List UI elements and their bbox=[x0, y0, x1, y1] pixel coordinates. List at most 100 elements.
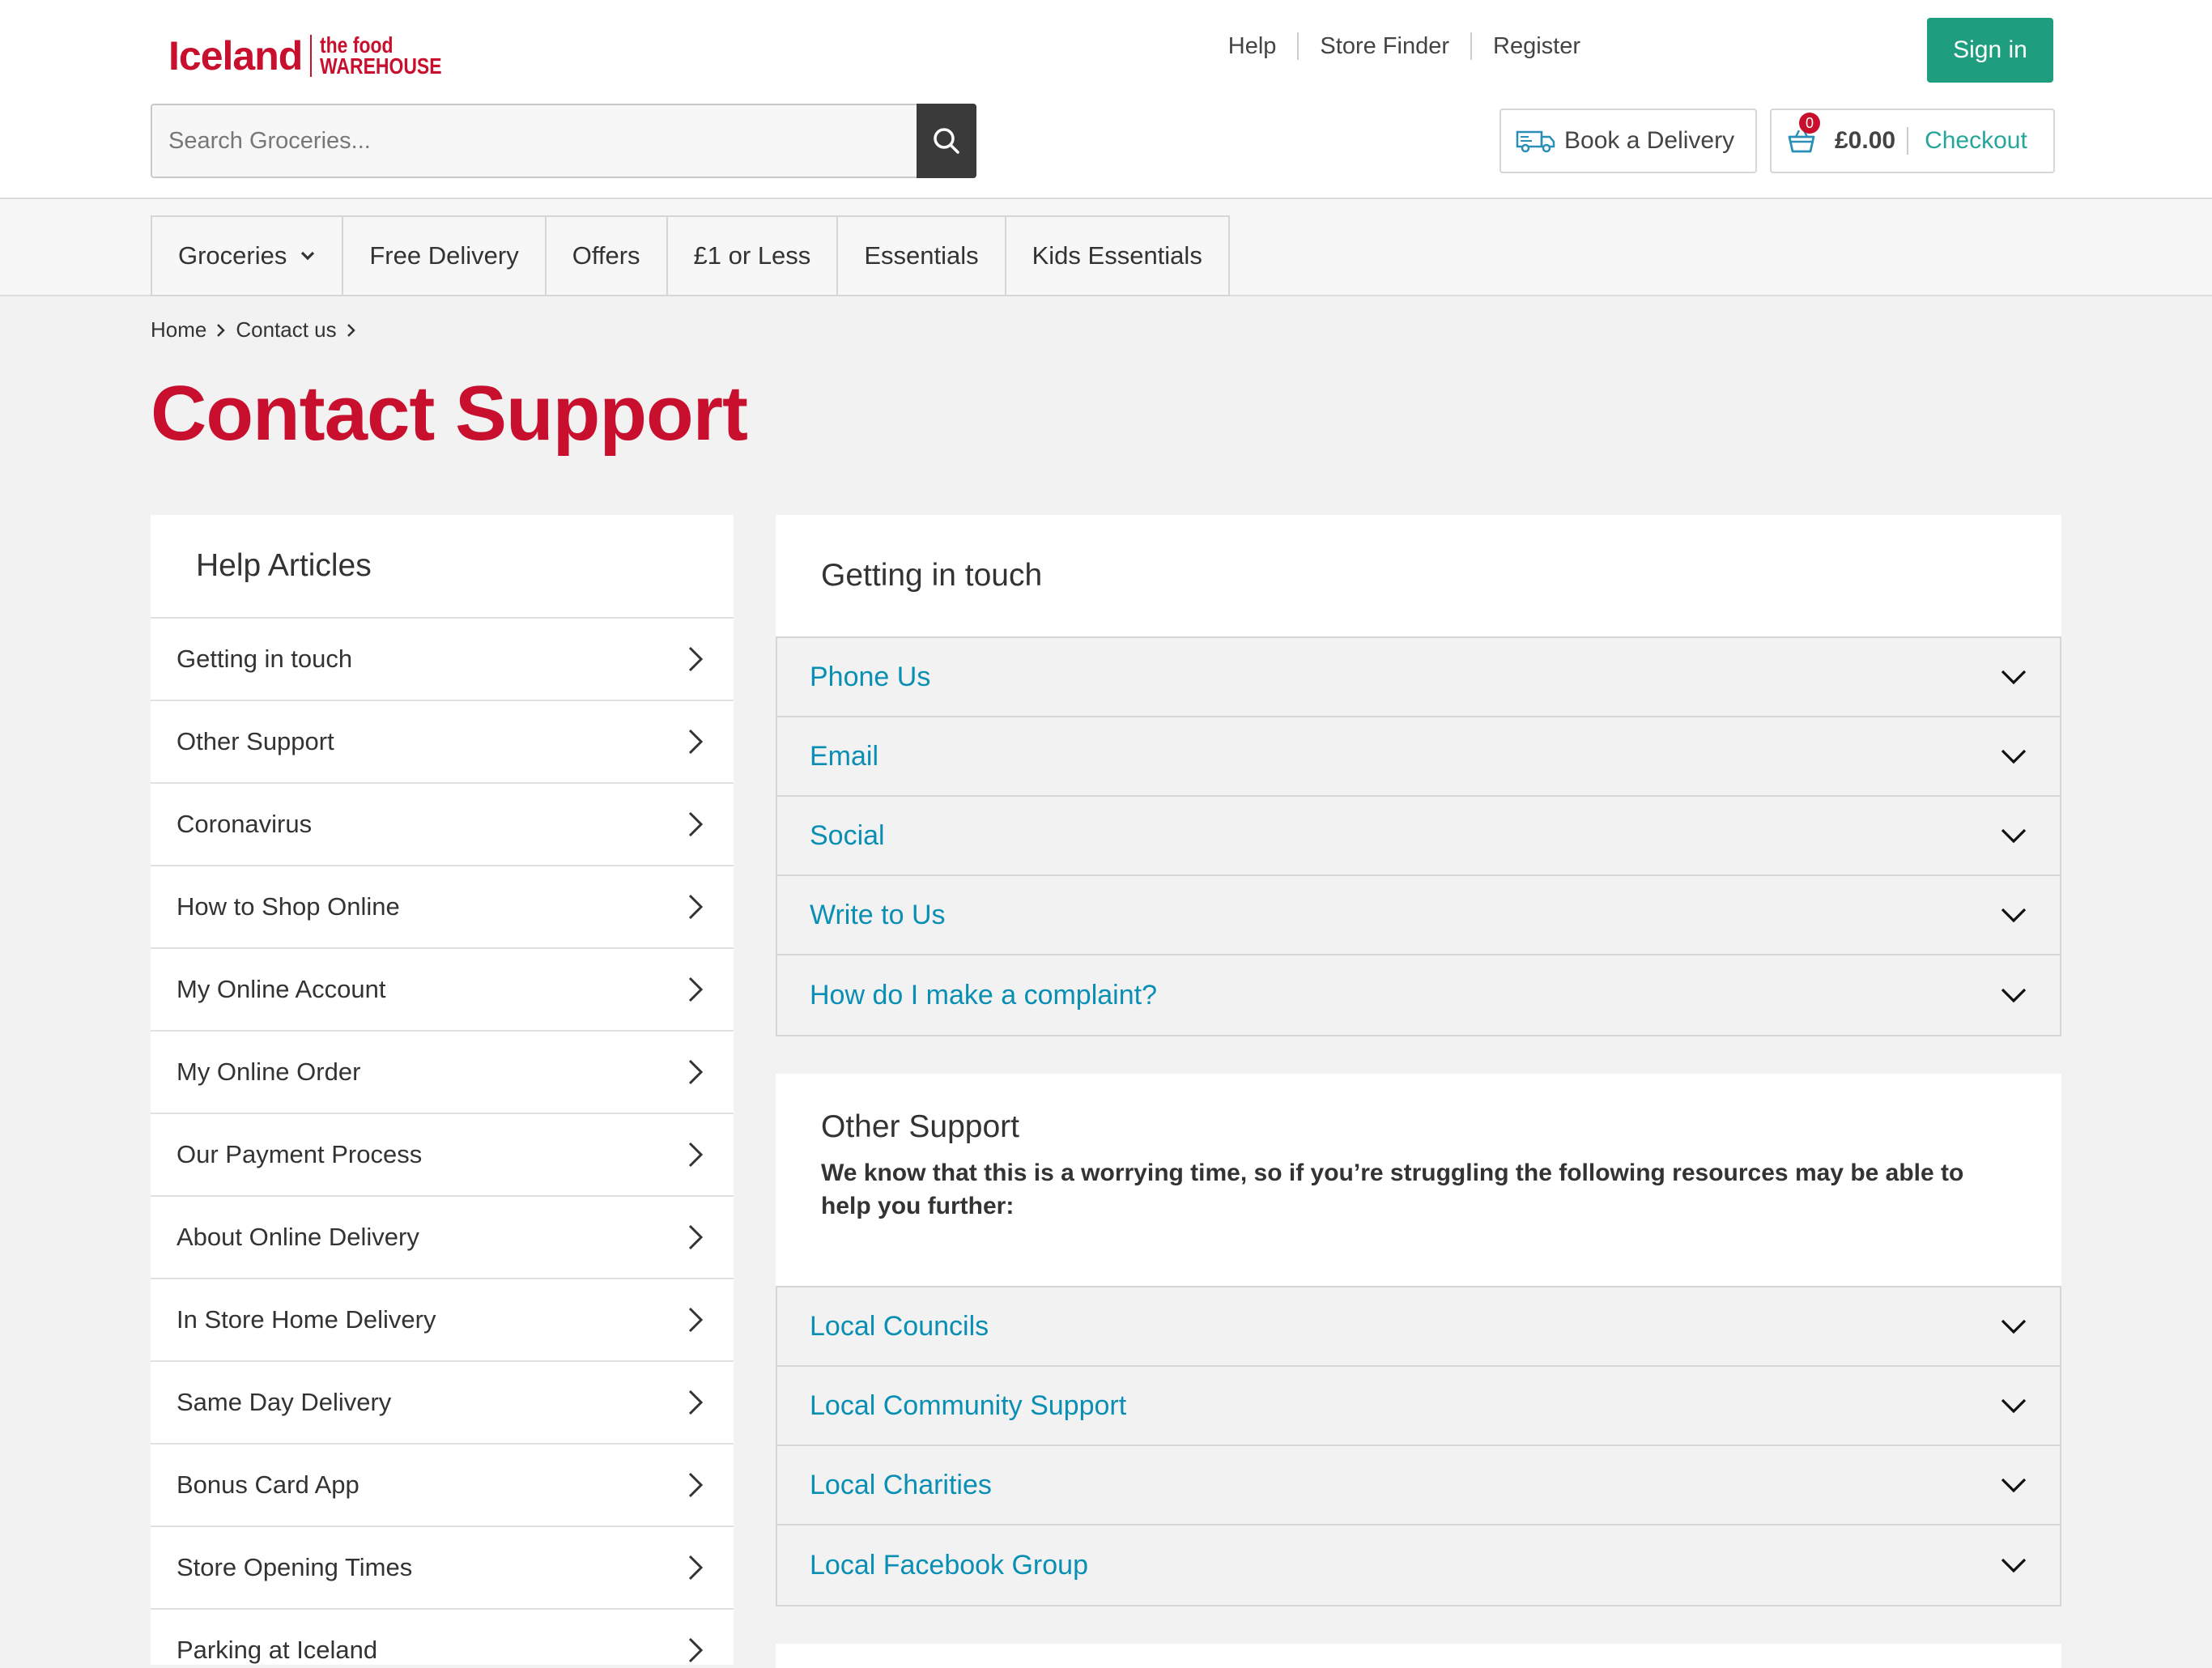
accordion-item-local-facebook-group[interactable]: Local Facebook Group bbox=[777, 1525, 2060, 1605]
chevron-down-icon bbox=[2001, 1398, 2027, 1414]
sidebar-item-label: Other Support bbox=[177, 727, 334, 755]
nav-items: Groceries Free Delivery Offers £1 or Les… bbox=[151, 215, 1230, 296]
getting-in-touch-accordion: Phone Us Email Social Write to Us How do I m… bbox=[776, 636, 2061, 1036]
chevron-down-icon bbox=[301, 251, 315, 261]
accordion-item-label: Local Facebook Group bbox=[810, 1549, 1088, 1581]
accordion-item-write-to-us[interactable]: Write to Us bbox=[777, 876, 2060, 955]
chevron-right-icon bbox=[688, 1472, 704, 1498]
sign-in-button[interactable]: Sign in bbox=[1927, 18, 2053, 83]
basket-icon-wrap: 0 bbox=[1786, 113, 1820, 156]
logo-divider bbox=[310, 35, 313, 77]
chevron-right-icon bbox=[688, 1307, 704, 1333]
site-logo[interactable]: Iceland the food WAREHOUSE bbox=[168, 32, 469, 79]
help-link[interactable]: Help bbox=[1207, 32, 1300, 60]
book-delivery-button[interactable]: Book a Delivery bbox=[1499, 109, 1757, 173]
site-header: Iceland the food WAREHOUSE Help Store Fi… bbox=[0, 0, 2212, 199]
help-articles-sidebar: Help Articles Getting in touch Other Supp… bbox=[151, 515, 734, 1665]
accordion-item-social[interactable]: Social bbox=[777, 797, 2060, 876]
sidebar-item-same-day-delivery[interactable]: Same Day Delivery bbox=[151, 1362, 734, 1445]
sidebar-item-about-online-delivery[interactable]: About Online Delivery bbox=[151, 1197, 734, 1279]
nav-item-label: Groceries bbox=[178, 241, 287, 270]
nav-item-groceries[interactable]: Groceries bbox=[151, 215, 342, 296]
accordion-item-label: Local Community Support bbox=[810, 1389, 1127, 1421]
sidebar-item-label: Store Opening Times bbox=[177, 1553, 413, 1581]
chevron-right-icon bbox=[688, 1059, 704, 1085]
sidebar-item-other-support[interactable]: Other Support bbox=[151, 701, 734, 784]
chevron-down-icon bbox=[2001, 670, 2027, 685]
accordion-item-label: Local Charities bbox=[810, 1469, 992, 1500]
accordion-item-phone-us[interactable]: Phone Us bbox=[777, 638, 2060, 717]
logo-partner-line2: WAREHOUSE bbox=[320, 53, 442, 79]
logo-food-warehouse: the food WAREHOUSE bbox=[320, 34, 442, 79]
chevron-down-icon bbox=[2001, 908, 2027, 923]
nav-item-offers[interactable]: Offers bbox=[544, 215, 666, 296]
nav-item-essentials[interactable]: Essentials bbox=[836, 215, 1005, 296]
next-panel-edge bbox=[776, 1644, 2061, 1668]
nav-item-kids-essentials[interactable]: Kids Essentials bbox=[1004, 215, 1230, 296]
sidebar-item-coronavirus[interactable]: Coronavirus bbox=[151, 784, 734, 866]
accordion-item-email[interactable]: Email bbox=[777, 717, 2060, 797]
chevron-right-icon bbox=[688, 1389, 704, 1415]
chevron-right-icon bbox=[688, 1224, 704, 1250]
sidebar-item-label: About Online Delivery bbox=[177, 1223, 419, 1251]
chevron-right-icon bbox=[688, 729, 704, 755]
accordion-item-label: Social bbox=[810, 819, 885, 851]
other-support-panel: Other Support We know that this is a wor… bbox=[776, 1074, 2061, 1287]
logo-iceland-text: Iceland bbox=[168, 33, 303, 79]
chevron-right-icon bbox=[688, 977, 704, 1002]
accordion-item-label: Write to Us bbox=[810, 899, 946, 930]
sidebar-list: Getting in touch Other Support Coronavirus… bbox=[151, 619, 734, 1665]
accordion-item-local-charities[interactable]: Local Charities bbox=[777, 1446, 2060, 1525]
sidebar-item-getting-in-touch[interactable]: Getting in touch bbox=[151, 619, 734, 701]
other-support-title: Other Support bbox=[821, 1109, 1019, 1144]
chevron-right-icon bbox=[688, 811, 704, 837]
sidebar-item-parking-at-iceland[interactable]: Parking at Iceland bbox=[151, 1610, 734, 1665]
basket-count-badge: 0 bbox=[1799, 113, 1820, 134]
other-support-description: We know that this is a worrying time, so… bbox=[821, 1160, 1964, 1219]
breadcrumb: Home Contact us bbox=[151, 317, 366, 343]
accordion-item-how-do-i-make-a-complaint[interactable]: How do I make a complaint? bbox=[777, 955, 2060, 1035]
chevron-down-icon bbox=[2001, 828, 2027, 844]
sidebar-title: Help Articles bbox=[151, 515, 734, 619]
checkout-link[interactable]: Checkout bbox=[1908, 127, 2027, 155]
sidebar-item-how-to-shop-online[interactable]: How to Shop Online bbox=[151, 866, 734, 949]
chevron-down-icon bbox=[2001, 1558, 2027, 1573]
sidebar-item-label: Getting in touch bbox=[177, 645, 353, 673]
sidebar-item-our-payment-process[interactable]: Our Payment Process bbox=[151, 1114, 734, 1197]
getting-in-touch-panel: Getting in touch bbox=[776, 515, 2061, 636]
sidebar-item-label: Bonus Card App bbox=[177, 1470, 359, 1499]
nav-item-free-delivery[interactable]: Free Delivery bbox=[342, 215, 545, 296]
top-links: Help Store Finder Register bbox=[1207, 32, 1602, 60]
chevron-right-icon bbox=[688, 646, 704, 672]
accordion-item-label: Local Councils bbox=[810, 1310, 989, 1342]
sidebar-item-bonus-card-app[interactable]: Bonus Card App bbox=[151, 1445, 734, 1527]
breadcrumb-contact-us[interactable]: Contact us bbox=[236, 317, 336, 343]
chevron-right-icon bbox=[688, 1637, 704, 1663]
nav-item-one-pound-or-less[interactable]: £1 or Less bbox=[666, 215, 837, 296]
chevron-right-icon bbox=[347, 323, 355, 337]
chevron-right-icon bbox=[688, 1555, 704, 1581]
store-finder-link[interactable]: Store Finder bbox=[1299, 32, 1472, 60]
chevron-down-icon bbox=[2001, 988, 2027, 1003]
sidebar-item-store-opening-times[interactable]: Store Opening Times bbox=[151, 1527, 734, 1610]
chevron-down-icon bbox=[2001, 749, 2027, 764]
sidebar-item-label: Same Day Delivery bbox=[177, 1388, 392, 1416]
sidebar-item-label: My Online Order bbox=[177, 1057, 361, 1086]
delivery-van-icon bbox=[1516, 130, 1555, 153]
accordion-item-local-councils[interactable]: Local Councils bbox=[777, 1287, 2060, 1367]
sidebar-item-my-online-order[interactable]: My Online Order bbox=[151, 1032, 734, 1114]
accordion-item-local-community-support[interactable]: Local Community Support bbox=[777, 1367, 2060, 1446]
breadcrumb-home[interactable]: Home bbox=[151, 317, 206, 343]
search-button[interactable] bbox=[917, 104, 976, 178]
sidebar-item-label: How to Shop Online bbox=[177, 892, 400, 921]
chevron-right-icon bbox=[688, 894, 704, 920]
sidebar-item-in-store-home-delivery[interactable]: In Store Home Delivery bbox=[151, 1279, 734, 1362]
chevron-down-icon bbox=[2001, 1319, 2027, 1334]
sidebar-item-my-online-account[interactable]: My Online Account bbox=[151, 949, 734, 1032]
page-title: Contact Support bbox=[151, 370, 748, 457]
getting-in-touch-title: Getting in touch bbox=[821, 558, 1043, 593]
search-input[interactable] bbox=[152, 105, 917, 177]
register-link[interactable]: Register bbox=[1472, 32, 1602, 60]
book-delivery-label: Book a Delivery bbox=[1564, 127, 1735, 154]
basket-widget[interactable]: 0 £0.00 Checkout bbox=[1770, 109, 2055, 173]
